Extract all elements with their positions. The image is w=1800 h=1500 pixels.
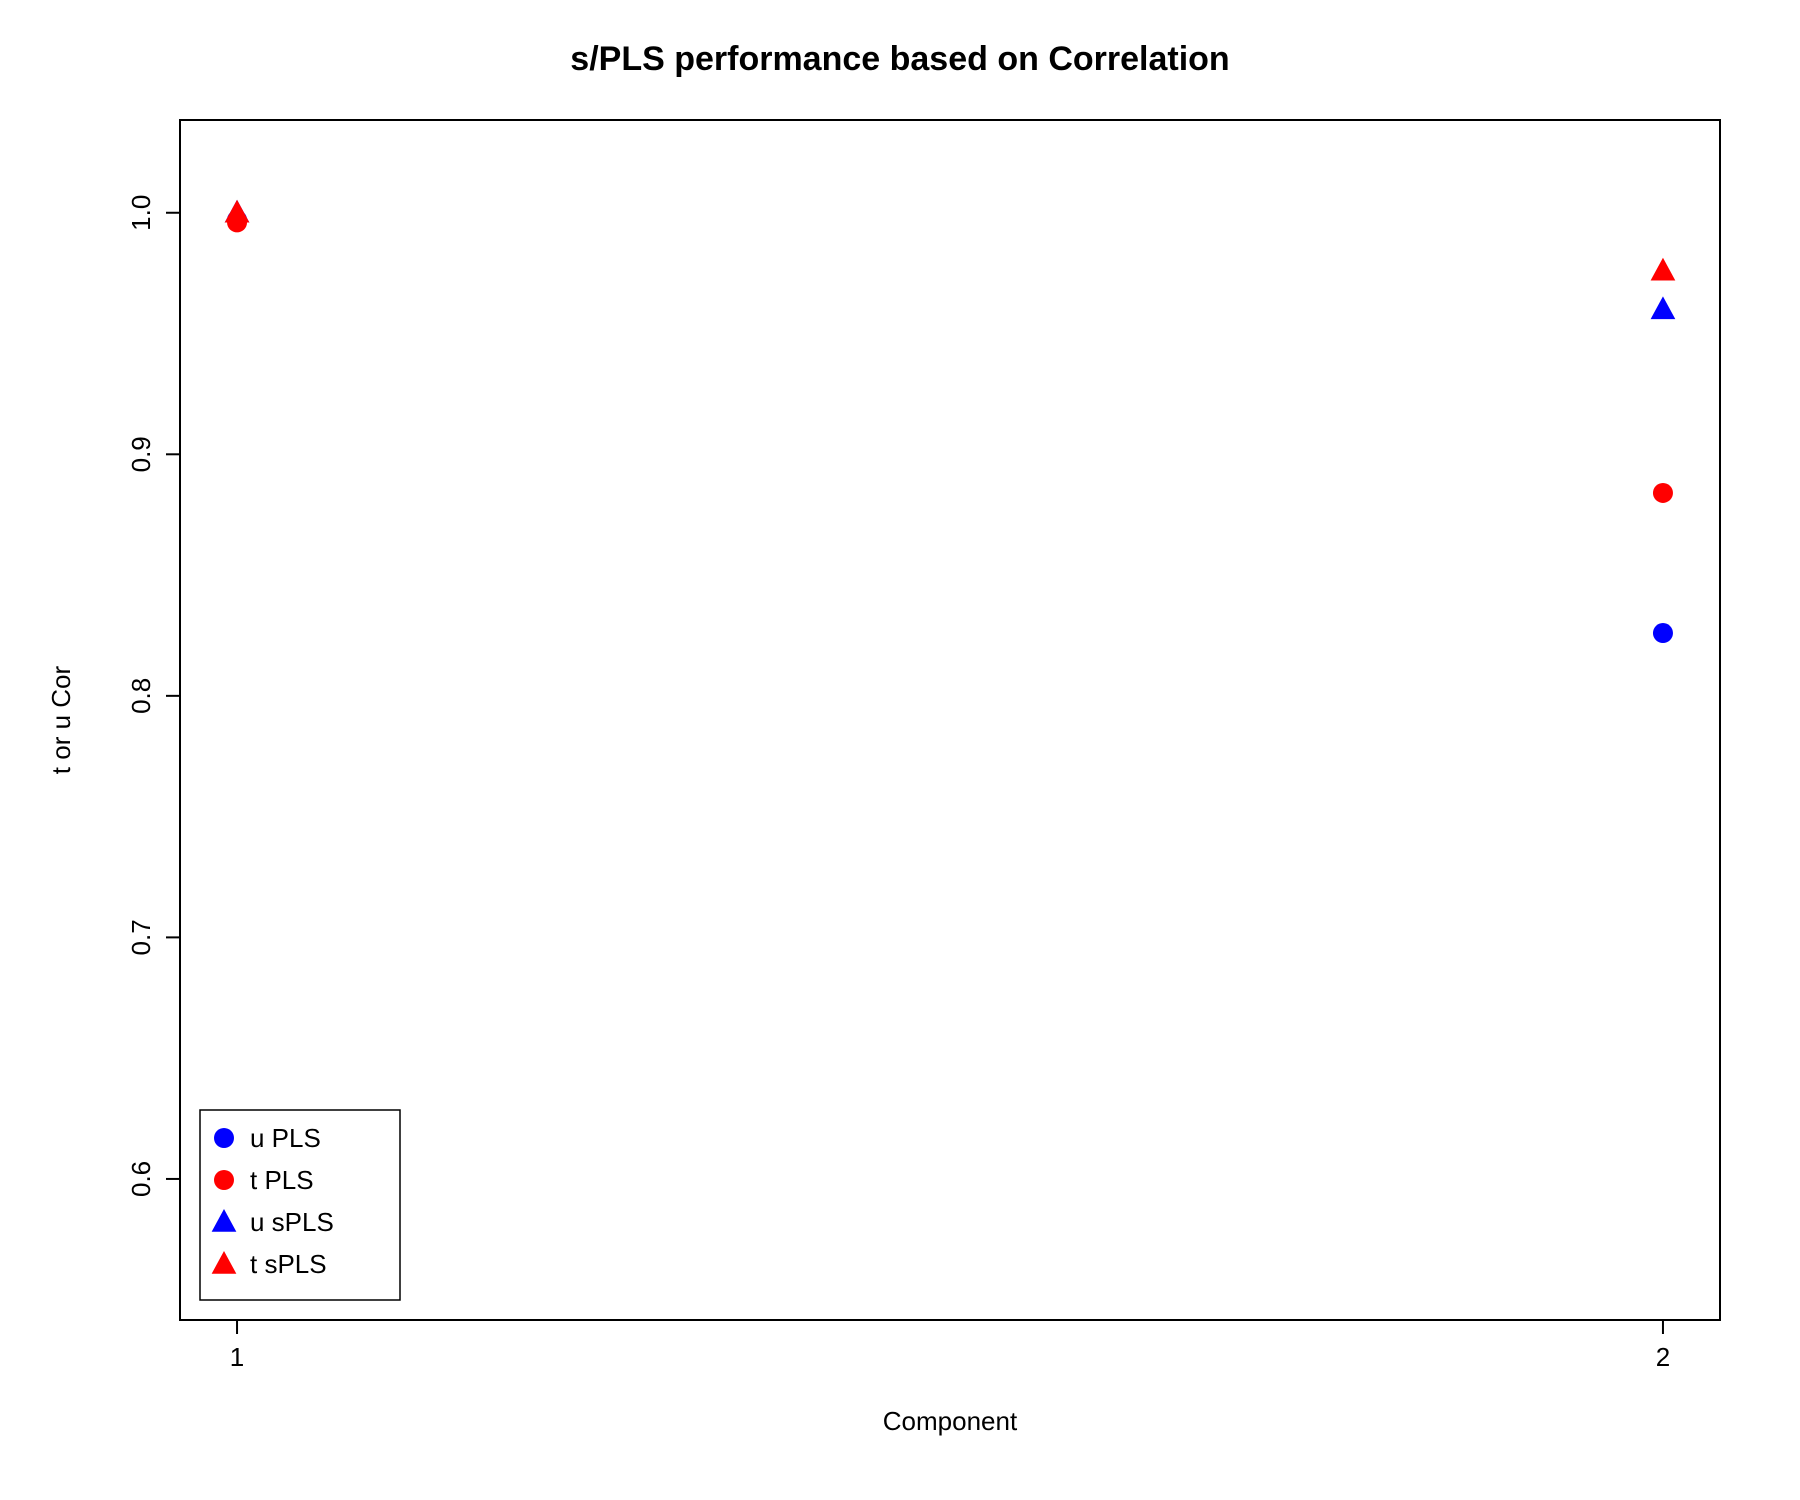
- data-point-triangle: [1651, 258, 1676, 281]
- data-point-triangle: [225, 200, 250, 223]
- data-point-circle: [214, 1128, 234, 1148]
- legend: u PLS t PLS u sPLS t sPLS: [200, 1110, 400, 1300]
- legend-item-label: u PLS: [250, 1123, 321, 1153]
- legend-item-label: t sPLS: [250, 1249, 327, 1279]
- chart-svg: 1 2 0.6 0.7 0.8 0.9 1.0 Component t or u Cor u PL…: [0, 0, 1800, 1500]
- x-tick-label: 2: [1656, 1342, 1670, 1372]
- y-tick-label: 0.7: [126, 919, 156, 955]
- legend-item-label: u sPLS: [250, 1207, 334, 1237]
- data-point-circle: [214, 1170, 234, 1190]
- chart-container: s/PLS performance based on Correlation 1…: [0, 0, 1800, 1500]
- legend-item-label: t PLS: [250, 1165, 314, 1195]
- x-axis-label: Component: [883, 1406, 1018, 1436]
- y-tick-label: 0.8: [126, 678, 156, 714]
- data-point-circle: [1653, 483, 1673, 503]
- y-tick-label: 0.9: [126, 436, 156, 472]
- x-tick-label: 1: [230, 1342, 244, 1372]
- data-point-circle: [1653, 623, 1673, 643]
- y-tick-label: 1.0: [126, 195, 156, 231]
- data-point-triangle: [1651, 296, 1676, 319]
- y-axis-label: t or u Cor: [46, 665, 76, 774]
- y-tick-label: 0.6: [126, 1161, 156, 1197]
- plot-box: [180, 120, 1720, 1320]
